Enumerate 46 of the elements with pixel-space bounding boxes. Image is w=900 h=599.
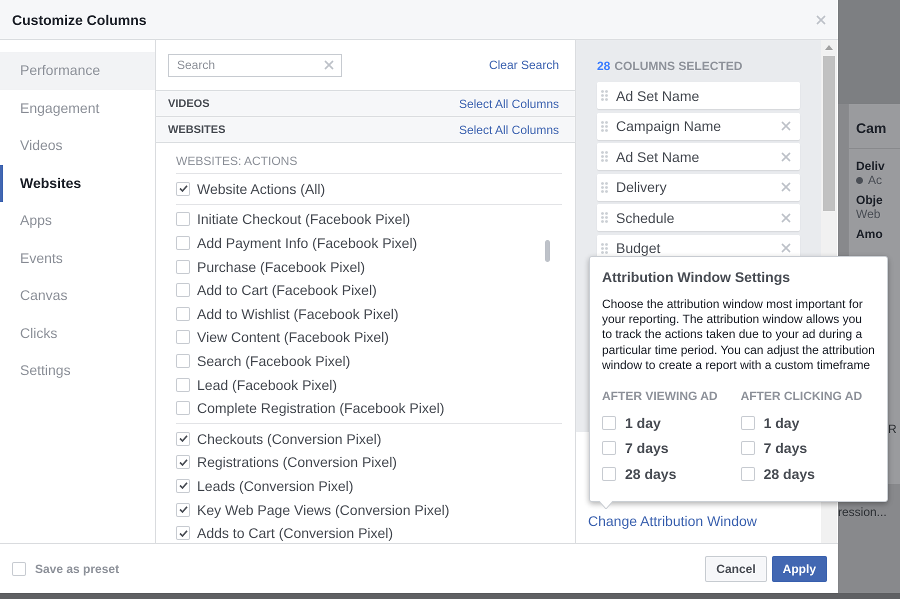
field-label: Amo: [856, 227, 883, 241]
selected-label: COLUMNS SELECTED: [614, 59, 742, 73]
card-title: Cam: [856, 120, 886, 136]
field-value: Web: [856, 207, 880, 221]
column-name: Delivery: [616, 179, 668, 195]
column-name: Schedule: [616, 210, 676, 226]
checkbox-label: 1 day: [764, 414, 800, 431]
checkbox-label: Search (Facebook Pixel): [197, 352, 350, 369]
field-label: Deliv: [856, 159, 885, 173]
column-name: Budget: [616, 240, 662, 256]
popup-description: Choose the attribution window most important for your reporting. The attribution window allows you to track the actions taken due to your ad during a particular time period. You can adjust the attribution window to create a report with a custom timeframe: [602, 297, 875, 374]
checkbox-label: Add Payment Info (Facebook Pixel): [197, 234, 418, 251]
checkbox-label: Website Actions (All): [197, 180, 326, 197]
checkbox-label: Complete Registration (Facebook Pixel): [197, 400, 444, 416]
group-title: WEBSITES: ACTIONS: [176, 154, 562, 174]
section-title: VIDEOS: [168, 98, 210, 110]
popup-title: Attribution Window Settings: [602, 269, 792, 285]
checkbox-label: Registrations (Conversion Pixel): [197, 454, 397, 470]
field-label: Obje: [856, 193, 883, 207]
row-text: R: [888, 422, 897, 436]
option-heading: AFTER VIEWING AD: [602, 389, 718, 404]
column-name: Ad Set Name: [616, 88, 700, 104]
checkbox-label: Adds to Cart (Conversion Pixel): [197, 525, 394, 542]
checkbox-label: Checkouts (Conversion Pixel): [197, 430, 382, 447]
checkbox-label: 28 days: [625, 466, 676, 482]
checkbox-label: Save as preset: [35, 562, 120, 576]
field-value: Ac: [868, 173, 882, 187]
checkbox-label: Add to Wishlist (Facebook Pixel): [197, 306, 399, 322]
section-title: WEBSITES: [168, 124, 226, 136]
checkbox-label: View Content (Facebook Pixel): [197, 329, 389, 346]
checkbox-label: 28 days: [764, 466, 815, 482]
row-text: ression...: [838, 505, 887, 519]
checkbox-label: Key Web Page Views (Conversion Pixel): [197, 502, 450, 518]
checkbox-label: Purchase (Facebook Pixel): [197, 258, 366, 275]
checkbox-label: Initiate Checkout (Facebook Pixel): [197, 211, 410, 228]
checkbox-label: Lead (Facebook Pixel): [197, 376, 338, 393]
column-name: Campaign Name: [616, 118, 722, 134]
checkbox-label: Add to Cart (Facebook Pixel): [197, 282, 377, 298]
option-heading: AFTER CLICKING AD: [740, 389, 862, 404]
dialog-title: Customize Columns: [12, 12, 147, 28]
column-name: Ad Set Name: [616, 148, 700, 164]
checkbox-label: 1 day: [625, 414, 661, 431]
checkbox-label: 7 days: [625, 440, 669, 456]
checkbox-label: 7 days: [764, 440, 808, 456]
checkbox-label: Leads (Conversion Pixel): [197, 478, 354, 494]
selected-count: 28: [597, 59, 610, 73]
